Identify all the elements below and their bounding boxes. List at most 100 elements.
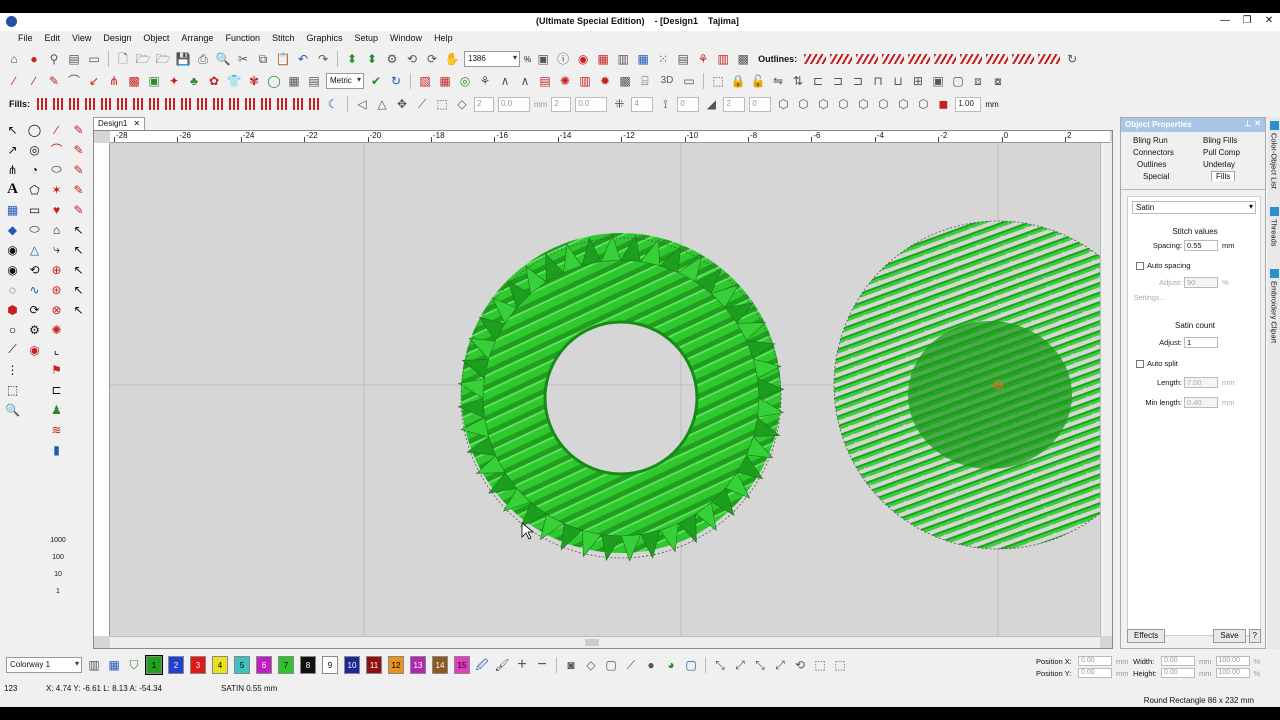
menu-stitch[interactable]: Stitch: [266, 31, 301, 47]
thread-swatch-6[interactable]: 6: [256, 656, 272, 674]
step-1000[interactable]: 1000: [50, 537, 66, 544]
diamond-fill-icon[interactable]: [181, 98, 194, 110]
thread-swatch-7[interactable]: 7: [278, 656, 294, 674]
menu-view[interactable]: View: [66, 31, 97, 47]
eyedropper-icon[interactable]: 🖉: [474, 657, 490, 673]
effect6-icon[interactable]: ∧: [517, 73, 533, 89]
fill-type-select[interactable]: Satin: [1132, 201, 1256, 214]
auto-split-checkbox[interactable]: Auto split: [1136, 359, 1178, 368]
arrow-select-4-icon[interactable]: ↖: [70, 261, 87, 278]
pin-icon[interactable]: ⊥: [1244, 119, 1251, 128]
satin-ring-object[interactable]: [457, 233, 785, 562]
menu-object[interactable]: Object: [137, 31, 175, 47]
refresh-icon[interactable]: ↻: [1064, 51, 1080, 67]
motif-fill-icon[interactable]: [101, 98, 114, 110]
run-outline-icon[interactable]: [804, 54, 827, 64]
nudge-all-icon[interactable]: ✥: [394, 96, 410, 112]
wave-icon[interactable]: ∿: [26, 281, 43, 298]
satin-circle-object[interactable]: [833, 220, 1100, 550]
pen5-icon[interactable]: ✎: [70, 201, 87, 218]
color-grid-icon[interactable]: ▦: [106, 657, 122, 673]
puzzle-icon[interactable]: ✦: [166, 73, 182, 89]
digitize-icon[interactable]: ◉: [4, 241, 21, 258]
point-icon[interactable]: ◉: [4, 261, 21, 278]
shape-blank-1-icon[interactable]: ⬡: [775, 96, 791, 112]
effect5-icon[interactable]: ∧: [497, 73, 513, 89]
polygon-icon[interactable]: ⬠: [26, 181, 43, 198]
ring-icon[interactable]: ◎: [26, 141, 43, 158]
moon-icon[interactable]: ☾: [325, 96, 341, 112]
check-icon[interactable]: ✔: [368, 73, 384, 89]
lock-icon[interactable]: 🔒: [730, 73, 746, 89]
new-file-icon[interactable]: 🗋: [115, 51, 131, 67]
corner-icon[interactable]: ⌞: [48, 341, 65, 358]
trueview-icon[interactable]: ⚘: [695, 51, 711, 67]
circle-icon[interactable]: ◯: [26, 121, 43, 138]
arc-icon[interactable]: ◔: [26, 161, 43, 178]
arrow-select-6-icon[interactable]: ↖: [70, 301, 87, 318]
tree-icon[interactable]: ♣: [186, 73, 202, 89]
grid-icon[interactable]: ▦: [635, 51, 651, 67]
align-left-icon[interactable]: ⊏: [810, 73, 826, 89]
zigzag-tool-icon[interactable]: ≋: [48, 421, 65, 438]
pen3-icon[interactable]: ✎: [70, 161, 87, 178]
sun-icon[interactable]: ✺: [48, 321, 65, 338]
team-names-icon[interactable]: ▦: [4, 201, 21, 218]
width-percent-input[interactable]: 100.00: [1215, 656, 1250, 666]
digitize-curve-icon[interactable]: ⌒: [48, 141, 65, 158]
thread-swatch-12[interactable]: 12: [388, 656, 404, 674]
menu-edit[interactable]: Edit: [39, 31, 67, 47]
travel-icon[interactable]: ⬍: [344, 51, 360, 67]
settings-button[interactable]: Settings...: [1134, 295, 1165, 302]
thread-swatch-11[interactable]: 11: [366, 656, 382, 674]
angle-icon[interactable]: ◢: [703, 96, 719, 112]
cross-fill-icon[interactable]: [165, 98, 178, 110]
checkbox-box[interactable]: [1136, 261, 1144, 270]
zoom-combo[interactable]: 1386: [464, 51, 520, 67]
auto-spacing-checkbox[interactable]: Auto spacing: [1136, 261, 1190, 270]
vertical-scrollbar[interactable]: [1100, 143, 1112, 636]
ungroup-icon[interactable]: ▢: [950, 73, 966, 89]
tatami-fill-icon[interactable]: [53, 98, 66, 110]
height-percent-input[interactable]: 100.00: [1215, 668, 1250, 678]
arrow-select-5-icon[interactable]: ↖: [70, 281, 87, 298]
remove-unused-icon[interactable]: ⟋: [623, 657, 639, 673]
rotate-left-icon[interactable]: ⟲: [404, 51, 420, 67]
pen4-icon[interactable]: ✎: [70, 181, 87, 198]
align-bottom-icon[interactable]: ⊔: [890, 73, 906, 89]
run-tool-icon[interactable]: ⊕: [48, 261, 65, 278]
thread-swatch-5[interactable]: 5: [234, 656, 250, 674]
spiral-icon[interactable]: ⟲: [26, 261, 43, 278]
transform-6-icon[interactable]: ⬚: [832, 657, 848, 673]
thread-swatch-14[interactable]: 14: [432, 656, 448, 674]
reshape-icon[interactable]: ↗: [4, 141, 21, 158]
horizontal-scrollbar[interactable]: [110, 636, 1100, 648]
tab-connectors[interactable]: Connectors: [1133, 148, 1174, 157]
adjust-input[interactable]: 90: [1184, 277, 1218, 288]
export-icon[interactable]: ▦: [595, 51, 611, 67]
shape-blank-2-icon[interactable]: ⬡: [795, 96, 811, 112]
needle-icon[interactable]: ↙: [86, 73, 102, 89]
backdrop-icon[interactable]: ▩: [735, 51, 751, 67]
stop-icon[interactable]: ◙: [563, 657, 579, 673]
table-icon[interactable]: ▤: [306, 73, 322, 89]
panel-close-icon[interactable]: ✕: [1254, 119, 1261, 128]
step-100[interactable]: 100: [52, 554, 64, 561]
save-icon[interactable]: 💾: [175, 51, 191, 67]
dots-grid-icon[interactable]: ⁙: [655, 51, 671, 67]
pin-icon[interactable]: ⚲: [46, 51, 62, 67]
machine-icon[interactable]: ◉: [575, 51, 591, 67]
flag-icon[interactable]: ⚑: [48, 361, 65, 378]
rotate-tool-icon[interactable]: ⟳: [26, 301, 43, 318]
card-icon[interactable]: ▭: [86, 51, 102, 67]
transform-rotate-icon[interactable]: ⟲: [792, 657, 808, 673]
square-outline-icon[interactable]: [1012, 54, 1035, 64]
shape-icon-a[interactable]: ⟋: [414, 96, 430, 112]
wave-fill-icon[interactable]: [117, 98, 130, 110]
hand-icon[interactable]: ✋: [444, 51, 460, 67]
effect2-icon[interactable]: ▦: [437, 73, 453, 89]
arrow-select-3-icon[interactable]: ↖: [70, 241, 87, 258]
nudge-left-icon[interactable]: ◁: [354, 96, 370, 112]
knife-icon[interactable]: ⟋: [4, 341, 21, 358]
triangle-icon[interactable]: △: [26, 241, 43, 258]
